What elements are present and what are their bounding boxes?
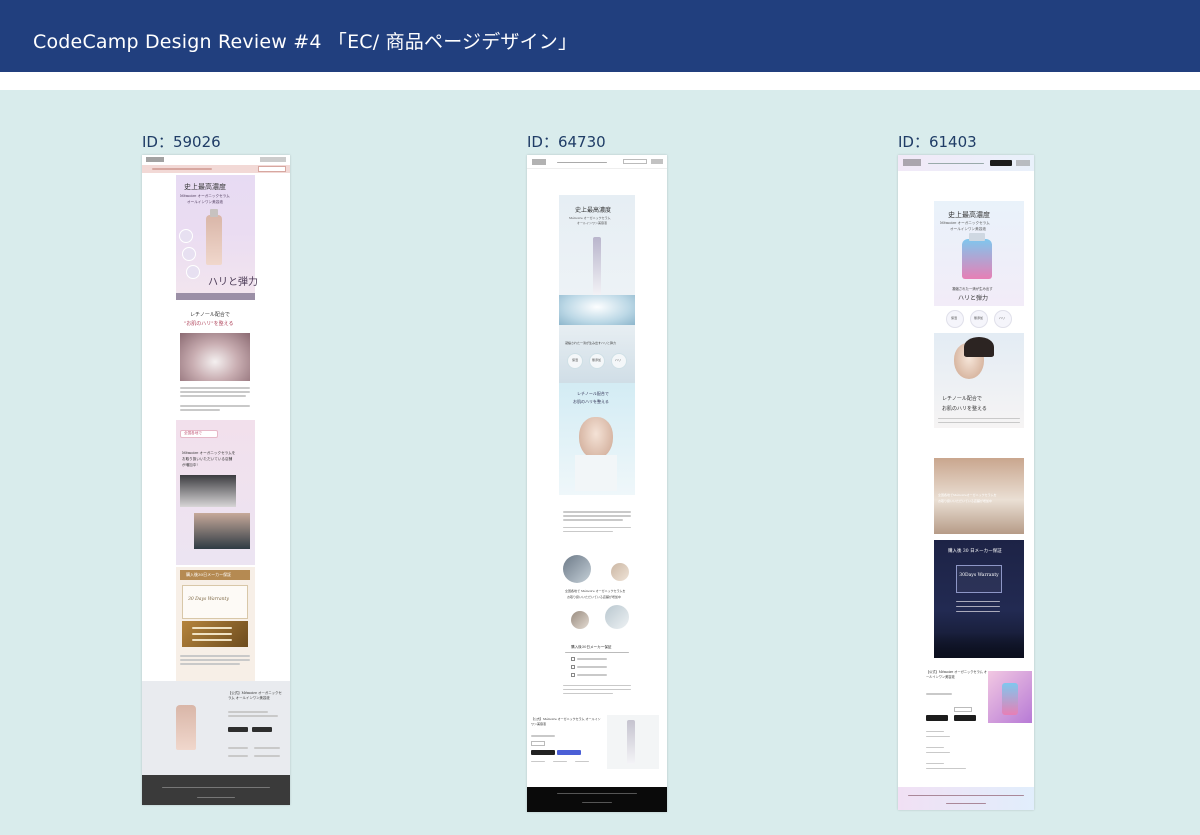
store-photo (180, 475, 236, 507)
product-bottle (962, 239, 992, 279)
logo (146, 157, 164, 162)
store-photo-1 (563, 555, 591, 583)
check-icon (571, 657, 575, 661)
warranty-card-text: 30Days Warranty (959, 573, 999, 578)
hero-catch: 凝縮された一滴が生み出すハリと弾力 (565, 341, 617, 345)
hero-sub: オールインワン美容液 (950, 227, 986, 231)
section-heading-2: "お肌のハリ"を整える (184, 321, 234, 327)
hero-heading: 史上最高濃度 (948, 211, 990, 219)
submission-screenshot-3[interactable]: 史上最高濃度 Mémoire オーガニックセラム オールインワン美容液 凝縮され… (898, 155, 1034, 810)
store-photo-4 (605, 605, 629, 629)
site-footer (898, 787, 1034, 810)
chip-1-label: 保湿 (572, 358, 579, 362)
product-image (176, 705, 196, 750)
hero-footer-strip (176, 293, 255, 300)
submission-screenshot-1[interactable]: 史上最高濃度 Mémoire オーガニックセラム オールインワン美容液 ハリと弾… (142, 155, 290, 805)
submission-screenshot-2[interactable]: 史上最高濃度 Mémoire オーガニックセラム オールインワン美容液 凝縮され… (527, 155, 667, 812)
warranty-title: 購入後30日メーカー保証 (571, 645, 612, 649)
store-text-2: お取り扱いいただいている店舗が増加中 (938, 499, 992, 503)
warranty-card-text: 30 Days Warranty (188, 597, 229, 602)
quantity-select[interactable] (954, 707, 972, 712)
submission-id-3: ID：61403 (898, 133, 977, 151)
water-drop-image (180, 333, 250, 381)
chip-2-label: 無添加 (592, 358, 602, 362)
hero-catch: ハリと弾力 (958, 295, 989, 302)
quantity-select[interactable] (531, 741, 545, 746)
hero-brand: Mémoire オーガニックセラム (569, 216, 611, 220)
page-title: CodeCamp Design Review #4 「EC/ 商品ページデザイン… (33, 31, 578, 53)
feature-circle (182, 247, 196, 261)
product-bottle (1002, 683, 1018, 715)
header-icons (651, 159, 663, 164)
hero-heading: 史上最高濃度 (575, 207, 612, 214)
warranty-card (182, 585, 248, 619)
chip-3-label: ハリ (999, 316, 1006, 320)
product-name: 【公式】Mémoire オーガニックセラム オールインワン美容液 (531, 717, 601, 726)
search-input[interactable] (623, 159, 647, 164)
hero-brand: Mémoire オーガニックセラム (940, 221, 990, 225)
check-icon (571, 665, 575, 669)
bottle-cap (969, 233, 985, 241)
site-footer (527, 787, 667, 812)
submission-id-2: ID：64730 (527, 133, 606, 151)
buy-now-button[interactable] (954, 715, 976, 721)
add-to-cart-button[interactable] (531, 750, 555, 755)
add-to-cart-button[interactable] (926, 715, 948, 721)
hero-brand: Mémoire オーガニックセラム (180, 194, 230, 198)
product-name: 【公式】Mémoire オーガニックセラム オールインワン美容液 (228, 691, 282, 700)
product-name: 【公式】Mémoire オーガニックセラム オールインワン美容液 (926, 670, 988, 679)
hero-heading: 史上最高濃度 (184, 183, 226, 191)
product-bottle (627, 720, 635, 764)
warranty-card (956, 565, 1002, 593)
add-to-cart-button[interactable] (228, 727, 248, 732)
section-heading: レチノール配合で (942, 396, 982, 402)
feature-circle (186, 265, 200, 279)
model-face (579, 417, 613, 459)
product-bottle (593, 237, 601, 297)
logo (903, 159, 921, 166)
section-heading: レチノール配合で (190, 312, 230, 318)
warranty-title: 購入後30日メーカー保証 (186, 572, 232, 577)
feature-circle (179, 229, 193, 243)
store-text-3: が増加中! (182, 463, 198, 467)
submission-id-1: ID：59026 (142, 133, 221, 151)
bottle-cap (210, 209, 218, 217)
model-shoulders (575, 455, 617, 491)
staff-photo (194, 513, 250, 549)
site-footer (142, 775, 290, 805)
header-bar: CodeCamp Design Review #4 「EC/ 商品ページデザイン… (0, 0, 1200, 72)
cart-button[interactable] (990, 160, 1012, 166)
product-bottle (206, 215, 222, 265)
store-text-2: お取り扱いいただいている店舗 (182, 457, 233, 461)
forest-silhouette (934, 633, 1024, 658)
search-input[interactable] (258, 166, 286, 172)
store-photo-2 (611, 563, 629, 581)
buy-now-button[interactable] (252, 727, 272, 732)
section-heading: レチノール配合で (577, 391, 609, 396)
store-badge-text: 全国各地で (184, 431, 202, 435)
chip-1-label: 保湿 (951, 316, 958, 320)
section-heading-2: お肌のハリを整える (573, 399, 609, 404)
hero-sub: オールインワン美容液 (577, 221, 608, 225)
header-icons (260, 157, 286, 162)
store-text-2: お取り扱いいただいている店舗が増加中 (567, 595, 621, 599)
water-splash (559, 295, 635, 325)
store-photo-3 (571, 611, 589, 629)
store-text: 全国各地でMémoireオーガニックセラムを (938, 493, 997, 497)
buy-now-button[interactable] (557, 750, 581, 755)
chip-2-label: 無添加 (974, 316, 984, 320)
warranty-title: 購入後 30 日メーカー保証 (948, 549, 1002, 554)
hero-catch: ハリと弾力 (208, 277, 258, 288)
store-text: Mémoire オーガニックセラムを (182, 451, 236, 455)
hero-sub: オールインワン美容液 (187, 200, 223, 204)
store-text: 全国各地で Mémoire オーガニックセラムを (565, 589, 626, 593)
check-icon (571, 673, 575, 677)
header-icons (1016, 160, 1030, 166)
header-gap (0, 72, 1200, 90)
chip-3-label: ハリ (615, 358, 622, 362)
section-heading-2: お肌のハリを整える (942, 406, 987, 412)
model-hair (964, 337, 994, 357)
hero-side: 凝縮された一滴が生み出す (952, 287, 993, 291)
logo (532, 159, 546, 165)
